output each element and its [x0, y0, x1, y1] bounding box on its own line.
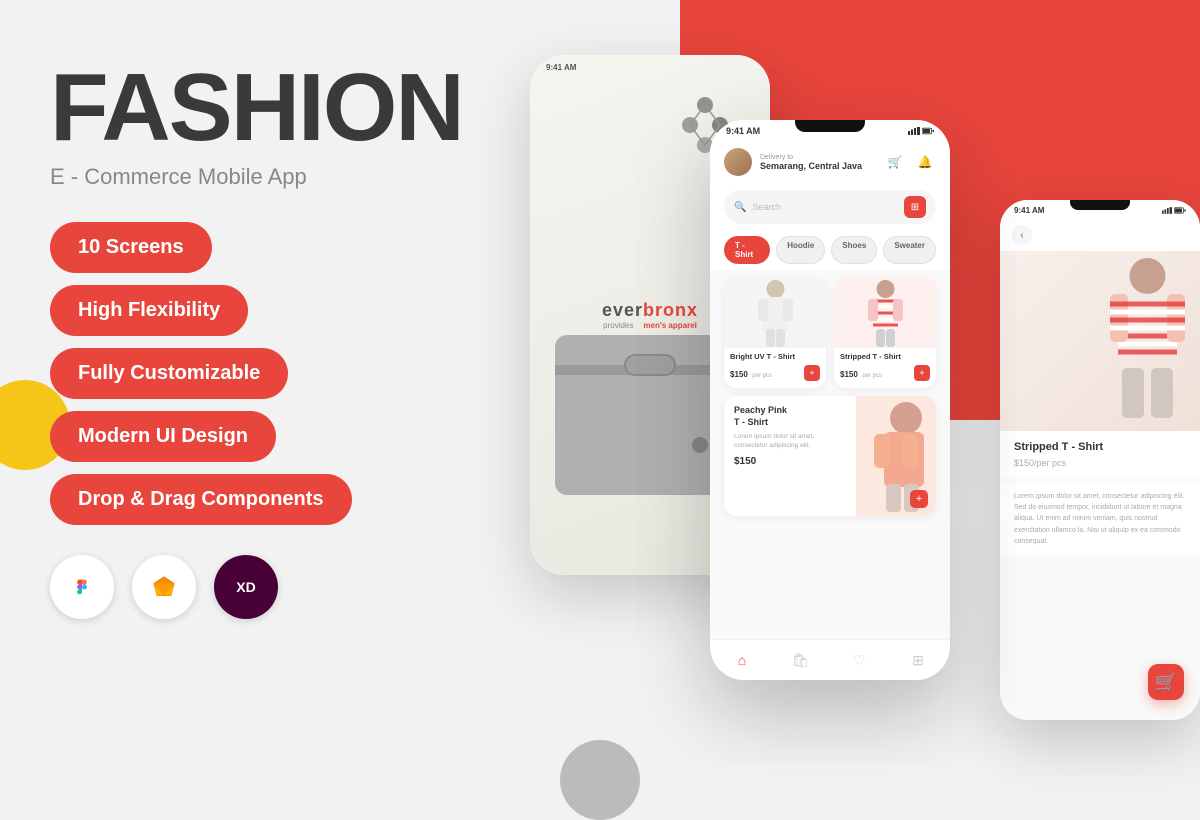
phones-area: everbronx provides men's apparel 9:41 AM… — [480, 0, 1200, 800]
brand-highlight: bronx — [643, 300, 698, 320]
delivery-location: Semarang, Central Java — [760, 161, 862, 171]
badge-flexibility: High Flexibility — [50, 285, 248, 336]
product-price-2: $150 per pcs — [840, 364, 882, 382]
person-figure-1 — [758, 279, 793, 347]
wide-card-info: Peachy PinkT - Shirt Lorem ipsum dolor s… — [724, 396, 856, 516]
product-info-2: Stripped T - Shirt $150 per pcs + — [834, 348, 936, 388]
badge-ui: Modern UI Design — [50, 411, 276, 462]
product-price-1: $150 per pcs — [730, 364, 772, 382]
battery-icon — [922, 127, 934, 135]
category-tabs: T - Shirt Hoodie Shoes Sweater — [710, 230, 950, 270]
phone-main: 9:41 AM — [710, 120, 950, 680]
feature-badges: 10 Screens High Flexibility Fully Custom… — [50, 222, 470, 525]
detail-product-title: Stripped T - Shirt — [1014, 441, 1186, 453]
filter-button[interactable]: ⊞ — [904, 196, 926, 218]
nav-shop[interactable]: 🛍 — [789, 648, 813, 672]
user-avatar — [724, 148, 752, 176]
cat-sweater[interactable]: Sweater — [883, 236, 936, 264]
phone-detail: 9:41 AM ‹ — [1000, 200, 1200, 720]
badge-screens: 10 Screens — [50, 222, 212, 273]
product-info-1: Bright UV T - Shirt $150 per pcs + — [724, 348, 826, 388]
product-card-wide[interactable]: Peachy PinkT - Shirt Lorem ipsum dolor s… — [724, 396, 936, 516]
product-price-row-2: $150 per pcs + — [840, 364, 930, 382]
header-icons: 🛒 🔔 — [884, 151, 936, 173]
wide-product-price: $150 — [734, 456, 846, 467]
badge-customizable: Fully Customizable — [50, 348, 288, 399]
cat-shoes[interactable]: Shoes — [831, 236, 877, 264]
back-button[interactable]: ‹ — [1012, 225, 1032, 245]
nav-heart[interactable]: ♡ — [847, 648, 871, 672]
user-info: Delivery to Semarang, Central Java — [724, 148, 862, 176]
signal-icon — [908, 127, 920, 135]
wide-product-desc: Lorem ipsum dolor sit amet, consectetur … — [734, 432, 846, 450]
detail-product-desc: Lorem ipsum dolor sit amet, consectetur … — [1000, 483, 1200, 555]
sketch-icon — [132, 555, 196, 619]
detail-time: 9:41 AM — [1014, 206, 1044, 215]
cat-tshirt[interactable]: T - Shirt — [724, 236, 770, 264]
product-img-2 — [834, 278, 936, 348]
floating-cart-button[interactable]: 🛒 — [1148, 664, 1184, 700]
brand-name: everbronx — [602, 300, 698, 321]
phone-main-inner: 9:41 AM — [710, 120, 950, 680]
figma-icon — [50, 555, 114, 619]
app-title: FASHION — [50, 60, 470, 156]
phone-detail-inner: 9:41 AM ‹ — [1000, 200, 1200, 720]
detail-product-price: $150/per pcs — [1014, 455, 1186, 469]
detail-header: ‹ — [1000, 219, 1200, 251]
product-name-1: Bright UV T - Shirt — [730, 352, 820, 362]
main-status-time: 9:41 AM — [726, 126, 760, 136]
product-name-2: Stripped T - Shirt — [840, 352, 930, 362]
detail-signal-icon — [1162, 207, 1172, 214]
wide-product-name: Peachy PinkT - Shirt — [734, 404, 846, 429]
search-placeholder[interactable]: Search — [752, 202, 898, 212]
badge-drag: Drop & Drag Components — [50, 474, 352, 525]
xd-label: XD — [236, 579, 255, 595]
detail-product-info: Stripped T - Shirt $150/per pcs — [1000, 431, 1200, 479]
product-img-1 — [724, 278, 826, 348]
bell-icon[interactable]: 🔔 — [914, 151, 936, 173]
app-subtitle: E - Commerce Mobile App — [50, 164, 470, 190]
nav-home[interactable]: ⌂ — [730, 648, 754, 672]
product-card-1[interactable]: Bright UV T - Shirt $150 per pcs + — [724, 278, 826, 388]
left-panel: FASHION E - Commerce Mobile App 10 Scree… — [50, 60, 470, 619]
add-cart-btn-2[interactable]: + — [914, 365, 930, 381]
phone-main-header: Delivery to Semarang, Central Java 🛒 🔔 — [710, 140, 950, 184]
nav-profile[interactable]: ⊞ — [906, 648, 930, 672]
delivery-label: Delivery to — [760, 154, 862, 161]
detail-product-img — [1000, 251, 1200, 431]
brand-tagline: provides men's apparel — [602, 321, 698, 330]
phone-detail-status: 9:41 AM — [1000, 200, 1200, 219]
brand-phone-time: 9:41 AM — [546, 63, 576, 72]
detail-figure — [1110, 256, 1185, 431]
delivery-info: Delivery to Semarang, Central Java — [760, 154, 862, 171]
xd-icon: XD — [214, 555, 278, 619]
add-cart-btn-1[interactable]: + — [804, 365, 820, 381]
cat-hoodie[interactable]: Hoodie — [776, 236, 825, 264]
wide-card-img: + — [856, 396, 936, 516]
cart-icon[interactable]: 🛒 — [884, 151, 906, 173]
tool-icons: XD — [50, 555, 470, 619]
product-price-row-1: $150 per pcs + — [730, 364, 820, 382]
products-row-1: Bright UV T - Shirt $150 per pcs + — [724, 278, 936, 388]
person-figure-2 — [868, 279, 903, 347]
products-grid: Bright UV T - Shirt $150 per pcs + — [710, 270, 950, 639]
wide-add-btn[interactable]: + — [910, 490, 928, 508]
product-card-2[interactable]: Stripped T - Shirt $150 per pcs + — [834, 278, 936, 388]
detail-status-icons — [1162, 206, 1186, 215]
status-icons — [908, 127, 934, 135]
search-input-wrap: 🔍 Search ⊞ — [724, 190, 936, 224]
detail-battery-icon — [1174, 207, 1186, 214]
search-bar: 🔍 Search ⊞ — [710, 184, 950, 230]
bottom-nav: ⌂ 🛍 ♡ ⊞ — [710, 639, 950, 680]
search-icon: 🔍 — [734, 202, 746, 213]
phone-brand-text: everbronx provides men's apparel — [602, 300, 698, 330]
phone-main-status: 9:41 AM — [710, 120, 950, 140]
